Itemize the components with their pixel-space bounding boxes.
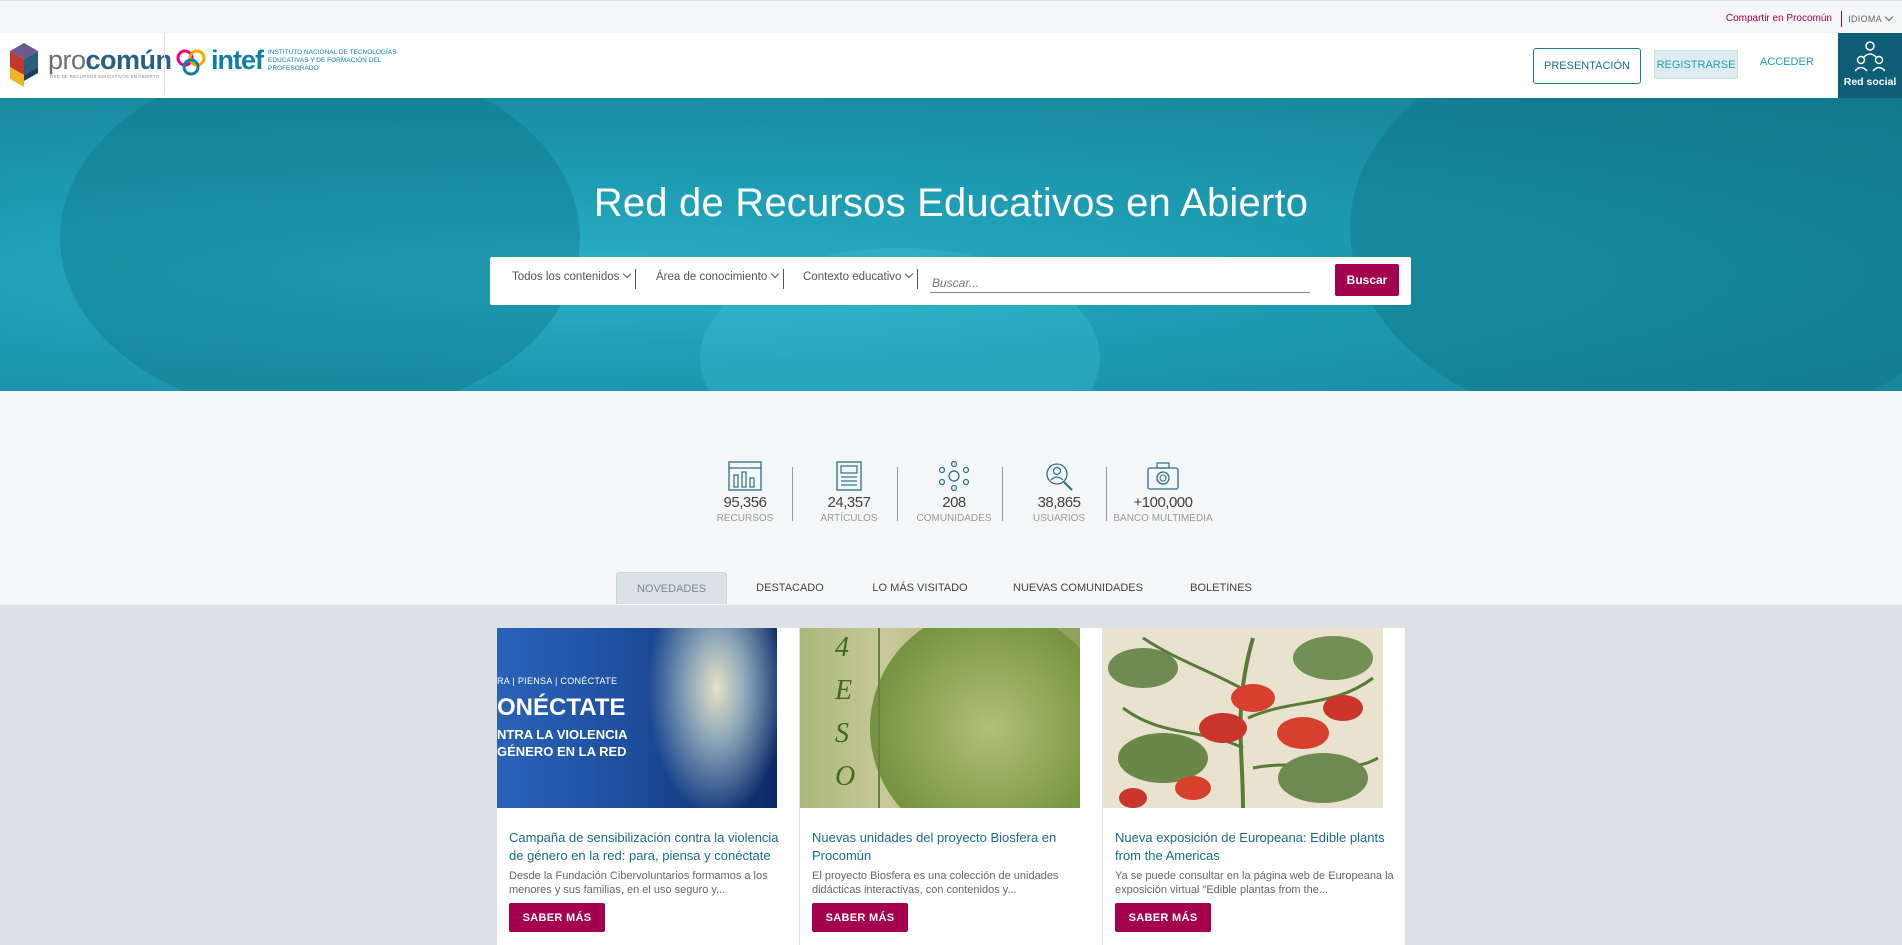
stat-value: 38,865 <box>1037 494 1081 511</box>
divider <box>897 467 898 521</box>
social-network-label: Red social <box>1843 76 1897 88</box>
image-glow <box>647 628 777 808</box>
divider <box>783 269 784 289</box>
read-more-button[interactable]: SABER MÁS <box>812 903 908 932</box>
read-more-button[interactable]: SABER MÁS <box>1115 903 1211 932</box>
register-button[interactable]: REGISTRARSE <box>1654 50 1738 79</box>
globe-shape <box>870 628 1080 808</box>
stat-label: USUARIOS <box>1032 513 1086 524</box>
card-image[interactable]: RA | PIENSA | CONÉCTATE ONÉCTATE NTRA LA… <box>497 628 777 808</box>
hero-banner: Red de Recursos Educativos en Abierto To… <box>0 98 1902 391</box>
image-caption-line: GÉNERO EN LA RED <box>497 744 627 759</box>
search-bar: Todos los contenidos Área de conocimient… <box>490 257 1411 305</box>
tab-new-communities[interactable]: NUEVAS COMUNIDADES <box>1005 572 1151 604</box>
search-input[interactable] <box>930 267 1310 293</box>
read-more-button[interactable]: SABER MÁS <box>509 903 605 932</box>
news-card: 4 E S O Nuevas unidades del proyecto Bio… <box>800 628 1102 945</box>
resources-icon <box>728 461 762 491</box>
content-type-dropdown[interactable]: Todos los contenidos <box>512 269 632 283</box>
card-description: Ya se puede consultar en la página web d… <box>1115 870 1394 896</box>
tab-most-visited[interactable]: LO MÁS VISITADO <box>860 572 980 604</box>
image-letter: 4 <box>835 632 849 663</box>
login-link[interactable]: ACCEDER <box>1760 56 1814 68</box>
intef-wordmark: intef <box>211 45 264 75</box>
chevron-down-icon <box>770 269 780 279</box>
stat-label: ARTÍCULOS <box>820 513 878 524</box>
card-title[interactable]: Nuevas unidades del proyecto Biosfera en… <box>812 829 1097 865</box>
card-image[interactable]: 4 E S O <box>800 628 1080 808</box>
share-link[interactable]: Compartir en Procomún <box>1726 13 1832 24</box>
hero-background-shape <box>60 98 580 391</box>
card-title[interactable]: Nueva exposición de Europeana: Edible pl… <box>1115 829 1400 865</box>
procomun-wordmark: procomún <box>48 45 172 75</box>
hero-background-shape <box>1350 98 1902 391</box>
tab-novedades[interactable]: NOVEDADES <box>616 572 727 604</box>
stat-users[interactable]: 38,865 USUARIOS <box>1009 461 1109 524</box>
chevron-down-icon <box>1884 12 1894 22</box>
news-card: RA | PIENSA | CONÉCTATE ONÉCTATE NTRA LA… <box>497 628 799 945</box>
stat-value: 95,356 <box>723 494 767 511</box>
chevron-down-icon <box>623 269 632 279</box>
divider <box>792 467 793 521</box>
stat-label: BANCO MULTIMEDIA <box>1113 513 1213 524</box>
language-selector[interactable]: IDIOMA <box>1848 12 1894 24</box>
card-title[interactable]: Campaña de sensibilización contra la vio… <box>509 829 794 865</box>
news-cards-section: RA | PIENSA | CONÉCTATE ONÉCTATE NTRA LA… <box>0 605 1902 945</box>
card-description: Desde la Fundación Cibervoluntarios form… <box>509 870 768 896</box>
stat-communities[interactable]: 208 COMUNIDADES <box>904 461 1004 524</box>
intef-logo[interactable]: intef INSTITUTO NACIONAL DE TECNOLOGÍAS … <box>175 45 397 85</box>
social-network-button[interactable]: Red social <box>1838 33 1902 98</box>
content-tabs: NOVEDADES DESTACADO LO MÁS VISITADO NUEV… <box>0 572 1902 604</box>
divider <box>1002 467 1003 521</box>
tab-destacado[interactable]: DESTACADO <box>740 572 840 604</box>
users-icon <box>1046 463 1073 491</box>
hero-title: Red de Recursos Educativos en Abierto <box>593 181 1309 225</box>
chevron-down-icon <box>905 269 914 279</box>
stat-value: 24,357 <box>827 494 871 511</box>
news-card: Nueva exposición de Europeana: Edible pl… <box>1103 628 1405 945</box>
intef-rings-icon <box>176 49 206 76</box>
stat-value: +100,000 <box>1133 494 1193 511</box>
image-letter: O <box>835 761 856 792</box>
stat-label: COMUNIDADES <box>916 513 992 524</box>
image-divider <box>878 628 880 808</box>
people-network-icon <box>1855 41 1885 72</box>
stat-multimedia[interactable]: +100,000 BANCO MULTIMEDIA <box>1113 461 1213 524</box>
knowledge-area-dropdown[interactable]: Área de conocimiento <box>656 269 780 283</box>
top-utility-bar: Compartir en Procomún IDIOMA <box>0 0 1902 33</box>
communities-icon <box>938 461 970 491</box>
image-letter: E <box>835 675 853 706</box>
card-description: El proyecto Biosfera es una colección de… <box>812 870 1059 896</box>
tab-newsletters[interactable]: BOLETINES <box>1175 572 1267 604</box>
site-header: procomún RED DE RECURSOS EDUCATIVOS EN A… <box>0 33 1902 98</box>
presentation-button[interactable]: PRESENTACIÓN <box>1533 48 1641 84</box>
image-caption-line: NTRA LA VIOLENCIA <box>497 727 628 742</box>
divider <box>917 269 918 289</box>
image-letter: S <box>835 718 849 749</box>
image-caption-top: RA | PIENSA | CONÉCTATE <box>497 676 618 686</box>
image-caption-main: ONÉCTATE <box>497 694 626 721</box>
intef-description: INSTITUTO NACIONAL DE TECNOLOGÍAS EDUCAT… <box>268 49 397 72</box>
search-button[interactable]: Buscar <box>1335 264 1399 296</box>
cube-logo-icon <box>10 43 38 87</box>
stats-section: 95,356 RECURSOS 24,357 ARTÍCULOS 208 COM… <box>0 391 1902 605</box>
stat-value: 208 <box>942 494 966 511</box>
stat-articles[interactable]: 24,357 ARTÍCULOS <box>799 461 899 524</box>
procomun-logo[interactable]: procomún RED DE RECURSOS EDUCATIVOS EN A… <box>10 41 172 91</box>
camera-icon <box>1147 462 1179 490</box>
divider <box>1106 467 1107 521</box>
divider <box>635 269 636 289</box>
stat-label: RECURSOS <box>716 513 774 524</box>
divider <box>1841 11 1842 27</box>
tomato-plant-illustration <box>1108 636 1379 808</box>
divider <box>164 33 165 93</box>
card-image[interactable] <box>1103 628 1383 808</box>
articles-icon <box>836 461 862 491</box>
procomun-subtitle: RED DE RECURSOS EDUCATIVOS EN ABIERTO <box>50 74 160 79</box>
language-label: IDIOMA <box>1848 14 1882 24</box>
educational-context-dropdown[interactable]: Contexto educativo <box>803 269 914 283</box>
stat-resources[interactable]: 95,356 RECURSOS <box>695 461 795 524</box>
